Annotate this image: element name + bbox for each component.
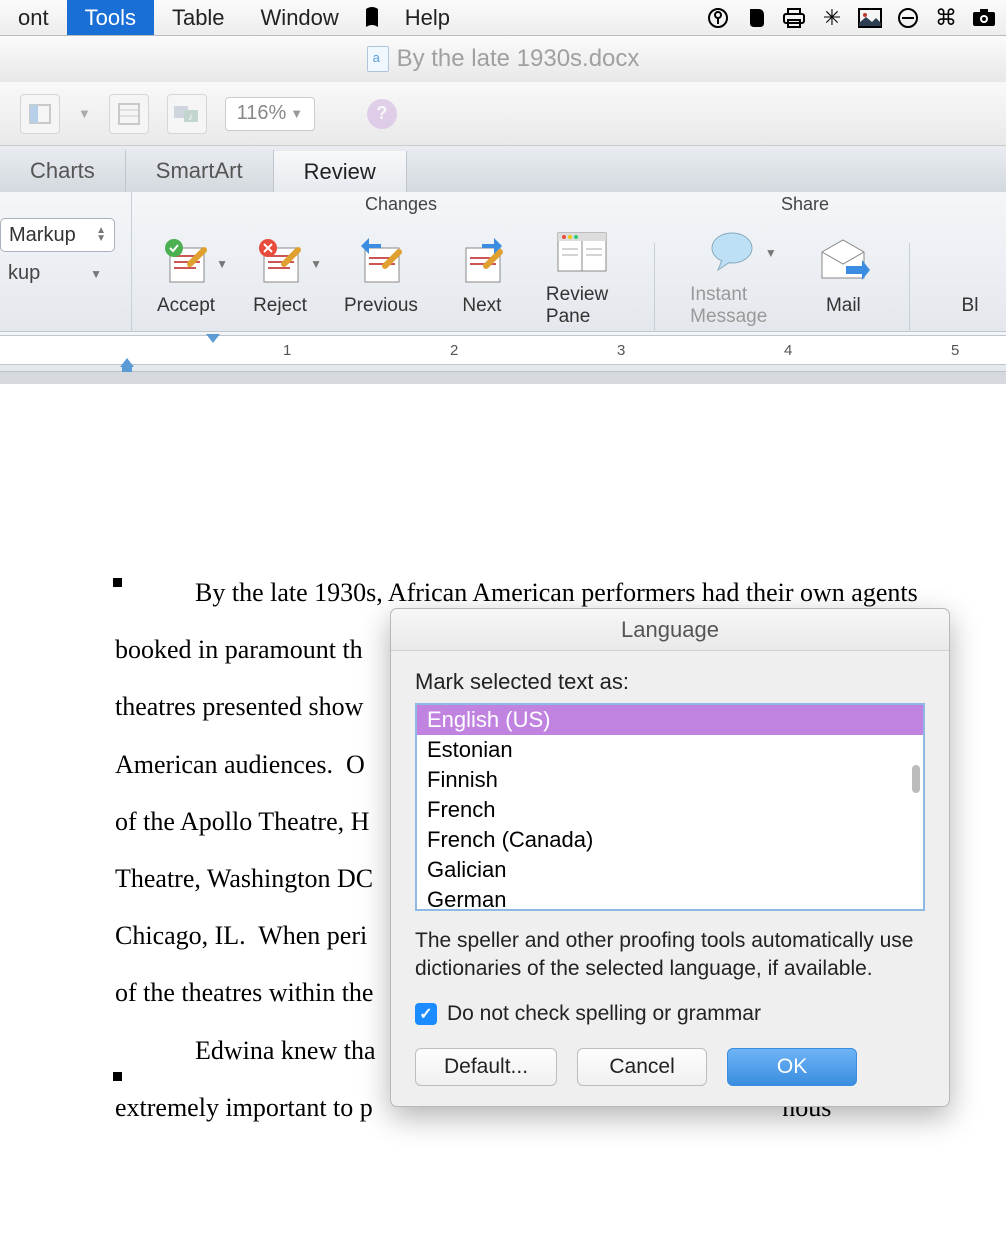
- reject-label: Reject: [253, 295, 307, 317]
- picture-icon[interactable]: [858, 6, 882, 30]
- menu-tools[interactable]: Tools: [67, 0, 154, 35]
- cancel-button[interactable]: Cancel: [577, 1048, 707, 1086]
- ribbon-tabs: Charts SmartArt Review: [0, 146, 1006, 192]
- no-entry-icon[interactable]: [896, 6, 920, 30]
- page-view-button[interactable]: [109, 94, 149, 134]
- review-pane-button[interactable]: Review Pane: [540, 220, 624, 330]
- status-icons: ✳ ⌘: [696, 0, 1006, 35]
- accept-label: Accept: [157, 295, 215, 317]
- language-item-galician[interactable]: Galician: [417, 855, 923, 885]
- mail-label: Mail: [826, 295, 861, 317]
- paragraph-marker-icon: [113, 1072, 122, 1081]
- previous-label: Previous: [344, 295, 418, 317]
- accept-button[interactable]: ▼ Accept: [150, 231, 222, 319]
- ruler-num-1: 1: [283, 342, 291, 359]
- menu-font[interactable]: ont: [0, 0, 67, 35]
- menu-help[interactable]: Help: [387, 0, 468, 35]
- review-pane-label: Review Pane: [546, 284, 618, 328]
- document-icon: [367, 46, 389, 72]
- dialog-title: Language: [391, 609, 949, 651]
- paragraph-marker-icon: [113, 578, 122, 587]
- script-icon[interactable]: [357, 0, 387, 35]
- dialog-info: The speller and other proofing tools aut…: [415, 927, 925, 984]
- language-item-english[interactable]: English (US): [417, 705, 923, 735]
- markup-mode-value: Markup: [9, 224, 76, 247]
- ruler-num-2: 2: [450, 342, 458, 359]
- instant-message-label: Instant Message: [690, 284, 779, 328]
- document-title: By the late 1930s.docx: [397, 45, 640, 73]
- instant-message-button[interactable]: ▼ Instant Message: [684, 220, 785, 330]
- menubar: ont Tools Table Window Help ✳ ⌘: [0, 0, 1006, 36]
- left-indent-marker[interactable]: [122, 366, 132, 372]
- evernote-icon[interactable]: [744, 6, 768, 30]
- language-item-german[interactable]: German: [417, 885, 923, 911]
- mark-label: Mark selected text as:: [415, 669, 925, 695]
- language-item-french-canada[interactable]: French (Canada): [417, 825, 923, 855]
- ribbon: Changes Share Markup ▲▼ kup ▼ ▼ Accept ▼…: [0, 192, 1006, 332]
- camera-icon[interactable]: [972, 6, 996, 30]
- language-scrollbar[interactable]: [912, 765, 920, 793]
- next-button[interactable]: Next: [446, 231, 518, 319]
- ruler-num-4: 4: [784, 342, 792, 359]
- help-icon[interactable]: ?: [367, 99, 397, 129]
- zoom-level[interactable]: 116%▼: [225, 97, 315, 131]
- zoom-value: 116%: [237, 102, 287, 125]
- spellcheck-toggle[interactable]: ✓ Do not check spelling or grammar: [415, 1002, 925, 1026]
- first-line-indent-marker[interactable]: [206, 334, 220, 343]
- ruler-num-5: 5: [951, 342, 959, 359]
- ok-button[interactable]: OK: [727, 1048, 857, 1086]
- mail-button[interactable]: Mail: [807, 231, 879, 319]
- sidebar-toggle-button[interactable]: [20, 94, 60, 134]
- group-changes-label: Changes: [132, 194, 670, 215]
- ruler-num-3: 3: [617, 342, 625, 359]
- ribbon-divider-2: [909, 243, 910, 333]
- language-list[interactable]: English (US) Estonian Finnish French Fre…: [415, 703, 925, 911]
- previous-button[interactable]: Previous: [338, 231, 424, 319]
- language-item-estonian[interactable]: Estonian: [417, 735, 923, 765]
- language-item-finnish[interactable]: Finnish: [417, 765, 923, 795]
- tab-review[interactable]: Review: [274, 151, 407, 193]
- next-label: Next: [462, 295, 501, 317]
- balloon-value: kup: [8, 262, 40, 285]
- keychain-icon[interactable]: [706, 6, 730, 30]
- titlebar: By the late 1930s.docx: [0, 36, 1006, 82]
- printer-icon[interactable]: [782, 6, 806, 30]
- quick-toolbar: ▼ ♪ 116%▼ ?: [0, 82, 1006, 146]
- ribbon-divider: [654, 243, 655, 333]
- blog-button[interactable]: Bl: [934, 231, 1006, 319]
- default-button[interactable]: Default...: [415, 1048, 557, 1086]
- tab-charts[interactable]: Charts: [0, 150, 126, 192]
- reject-button[interactable]: ▼ Reject: [244, 231, 316, 319]
- media-button[interactable]: ♪: [167, 94, 207, 134]
- ruler[interactable]: 1 2 3 4 5: [0, 335, 1006, 365]
- menu-table[interactable]: Table: [154, 0, 243, 35]
- ruler-zone: 1 2 3 4 5: [0, 332, 1006, 372]
- menu-window[interactable]: Window: [243, 0, 357, 35]
- language-item-french[interactable]: French: [417, 795, 923, 825]
- group-share-label: Share: [670, 194, 940, 215]
- svg-text:♪: ♪: [188, 112, 193, 123]
- language-dialog: Language Mark selected text as: English …: [390, 608, 950, 1107]
- balloon-select[interactable]: kup ▼: [0, 262, 110, 285]
- checkbox-icon: ✓: [415, 1003, 437, 1025]
- tab-smartart[interactable]: SmartArt: [126, 150, 274, 192]
- markup-mode-select[interactable]: Markup ▲▼: [0, 218, 115, 252]
- brightness-icon[interactable]: ✳: [820, 6, 844, 30]
- command-icon[interactable]: ⌘: [934, 6, 958, 30]
- checkbox-label: Do not check spelling or grammar: [447, 1002, 761, 1026]
- blog-label: Bl: [962, 295, 979, 317]
